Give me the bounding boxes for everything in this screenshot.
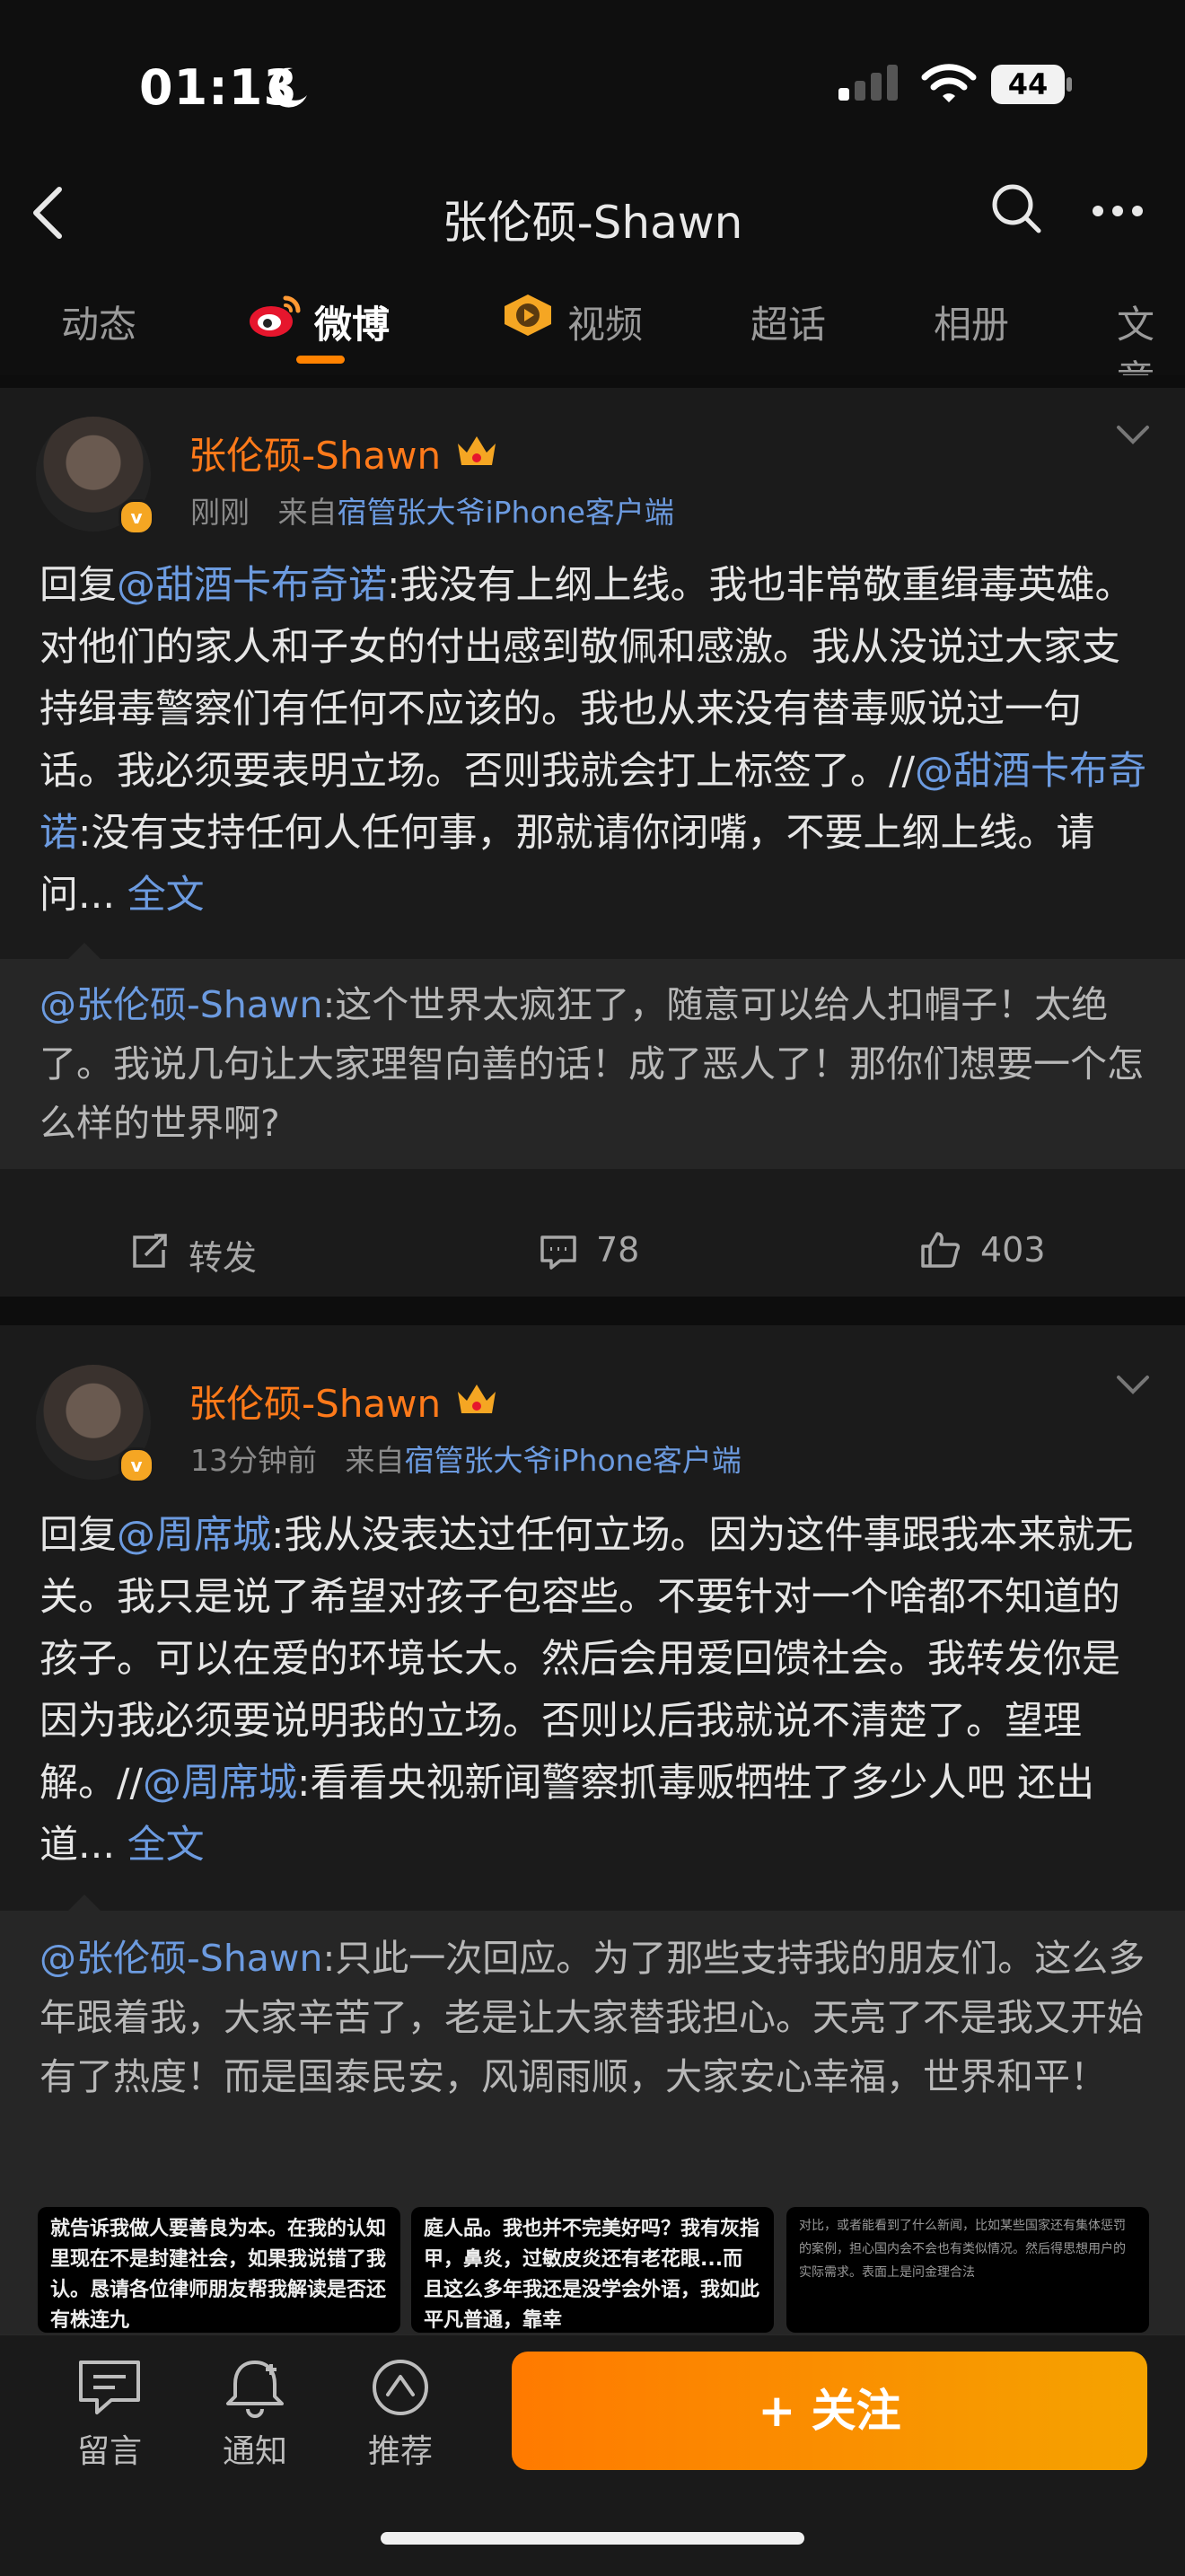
- recommend-tab-label: 推荐: [367, 2433, 433, 2470]
- tab-video[interactable]: 视频: [567, 295, 643, 349]
- post-time: 刚刚: [190, 495, 250, 530]
- video-tab-icon: [505, 295, 551, 336]
- post-text: 回复@周席城:我从没表达过任何立场。因为这件事跟我本来就无关。我只是说了希望对孩…: [40, 1505, 1153, 1877]
- notify-tab-label: 通知: [222, 2433, 287, 2470]
- recommend-tab[interactable]: 推荐: [347, 2357, 454, 2472]
- divider: [0, 375, 1185, 388]
- moon-icon: [268, 67, 307, 108]
- post-username[interactable]: 张伦硕-Shawn: [189, 426, 441, 480]
- repost-icon[interactable]: [131, 1234, 169, 1270]
- active-tab-indicator: [296, 356, 345, 364]
- quote-pointer: [68, 943, 101, 959]
- comment-tab[interactable]: 留言: [56, 2357, 163, 2472]
- mention-link[interactable]: @张伦硕-Shawn: [40, 1937, 322, 1980]
- post-time: 13分钟前: [190, 1443, 317, 1478]
- read-more-link[interactable]: 全文: [127, 873, 205, 918]
- source-prefix: 来自: [277, 495, 338, 530]
- wifi-icon: [921, 64, 977, 102]
- tab-dynamics[interactable]: 动态: [61, 295, 136, 349]
- mention-link[interactable]: @周席城: [117, 1513, 271, 1558]
- reply-prefix: 回复: [40, 563, 117, 608]
- post-text: 回复@甜酒卡布奇诺:我没有上纲上线。我也非常敬重缉毒英雄。对他们的家人和子女的付…: [40, 555, 1153, 927]
- tab-album[interactable]: 相册: [934, 295, 1009, 349]
- image-thumbnail[interactable]: 就告诉我做人要善良为本。在我的认知里现在不是封建社会，如果我说错了我认。恳请各位…: [38, 2207, 400, 2333]
- crown-icon: [458, 1385, 496, 1413]
- quoted-text: @张伦硕-Shawn:只此一次回应。为了那些支持我的朋友们。这么多年跟着我，大家…: [40, 1929, 1153, 2106]
- reply-prefix: 回复: [40, 1513, 117, 1558]
- like-icon[interactable]: [919, 1230, 961, 1270]
- post-meta: 13分钟前 来自宿管张大爷iPhone客户端: [190, 1437, 742, 1480]
- post-source[interactable]: 宿管张大爷iPhone客户端: [404, 1443, 741, 1478]
- bell-icon: [226, 2361, 284, 2418]
- post-source[interactable]: 宿管张大爷iPhone客户端: [337, 495, 673, 530]
- source-prefix: 来自: [345, 1443, 405, 1478]
- post-card: v 张伦硕-Shawn 13分钟前 来自宿管张大爷iPhone客户端 回复@周席…: [0, 1325, 1185, 2334]
- like-count[interactable]: 403: [980, 1230, 1046, 1270]
- mention-link[interactable]: @张伦硕-Shawn: [40, 983, 322, 1026]
- chevron-down-icon[interactable]: [1115, 424, 1151, 445]
- message-icon: [79, 2361, 140, 2414]
- post-actions: 转发 78 403: [0, 1200, 1185, 1298]
- crown-icon: [458, 436, 496, 465]
- image-thumbnail[interactable]: 对比，或者能看到了什么新闻，比如某些国家还有集体惩罚的案例，担心国内会不会也有类…: [786, 2207, 1149, 2333]
- tab-super-topic[interactable]: 超话: [750, 295, 826, 349]
- search-icon[interactable]: [988, 180, 1045, 237]
- avatar[interactable]: v: [36, 1365, 154, 1483]
- post-username[interactable]: 张伦硕-Shawn: [189, 1374, 441, 1429]
- mention-link[interactable]: @甜酒卡布奇诺: [117, 563, 387, 608]
- chevron-down-icon[interactable]: [1115, 1374, 1151, 1395]
- avatar[interactable]: v: [36, 417, 154, 535]
- read-more-link[interactable]: 全文: [127, 1823, 205, 1868]
- verified-badge-icon: v: [118, 499, 154, 535]
- comment-icon[interactable]: [539, 1234, 578, 1271]
- image-thumbnail[interactable]: 庭人品。我也并不完美好吗？我有灰指甲，鼻炎，过敏皮炎还有老花眼...而且这么多年…: [411, 2207, 774, 2333]
- home-indicator[interactable]: [381, 2532, 804, 2545]
- battery-level: 44: [1007, 67, 1049, 101]
- compass-icon: [373, 2360, 428, 2415]
- comment-count[interactable]: 78: [596, 1230, 639, 1270]
- follow-button[interactable]: + 关注: [512, 2352, 1147, 2470]
- quoted-post[interactable]: @张伦硕-Shawn:这个世界太疯狂了，随意可以给人扣帽子！太绝了。我说几句让大…: [0, 943, 1185, 1169]
- comment-tab-label: 留言: [76, 2433, 142, 2470]
- mention-link[interactable]: @周席城: [143, 1761, 297, 1806]
- quote-pointer: [68, 1895, 101, 1911]
- verified-badge-icon: v: [118, 1447, 154, 1483]
- weibo-logo-icon: [250, 295, 301, 337]
- repost-button[interactable]: 转发: [189, 1230, 257, 1279]
- divider: [0, 1297, 1185, 1325]
- notify-tab[interactable]: 通知: [201, 2357, 309, 2472]
- post-meta: 刚刚 来自宿管张大爷iPhone客户端: [190, 488, 674, 532]
- post-card: v 张伦硕-Shawn 刚刚 来自宿管张大爷iPhone客户端 回复@甜酒卡布奇…: [0, 388, 1185, 1297]
- more-options-icon[interactable]: [1092, 205, 1144, 217]
- signal-icon: [838, 65, 898, 101]
- profile-tab-bar: 动态 微博 视频 超话 相册 文章: [0, 269, 1185, 401]
- quoted-text: @张伦硕-Shawn:这个世界太疯狂了，随意可以给人扣帽子！太绝了。我说几句让大…: [40, 975, 1153, 1153]
- tab-weibo[interactable]: 微博: [314, 295, 390, 349]
- battery-indicator: 44: [991, 65, 1074, 104]
